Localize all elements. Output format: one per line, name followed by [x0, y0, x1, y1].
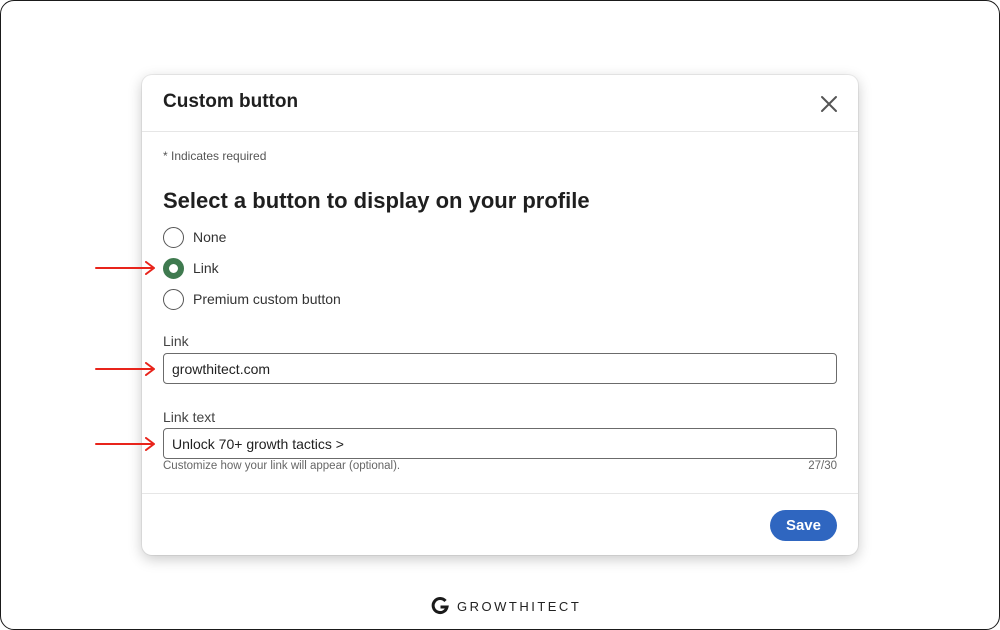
section-heading: Select a button to display on your profi… [163, 188, 590, 213]
radio-label-link: Link [193, 260, 219, 276]
custom-button-dialog: Custom button * Indicates required Selec… [142, 75, 858, 555]
radio-label-none: None [193, 229, 227, 245]
required-note: * Indicates required [163, 149, 267, 163]
link-input[interactable] [163, 353, 837, 384]
link-text-field-label: Link text [163, 409, 216, 425]
dialog-header: Custom button [142, 75, 858, 132]
link-text-input[interactable] [163, 428, 837, 459]
link-text-helper: Customize how your link will appear (opt… [163, 460, 401, 472]
brand-footer: GROWTHITECT [431, 597, 581, 615]
radio-option-premium[interactable]: Premium custom button [163, 287, 341, 311]
radio-option-none[interactable]: None [163, 225, 226, 249]
annotation-arrow-icon [95, 261, 155, 275]
radio-button-link[interactable] [163, 257, 184, 279]
close-icon[interactable] [818, 93, 840, 115]
annotation-arrow-icon [95, 362, 155, 376]
dialog-footer: Save [142, 493, 858, 556]
radio-label-premium: Premium custom button [193, 291, 341, 307]
brand-name: GROWTHITECT [457, 598, 582, 614]
save-button[interactable]: Save [769, 510, 837, 541]
link-field-label: Link [163, 333, 189, 349]
character-counter: 27/30 [808, 460, 837, 472]
annotation-arrow-icon [95, 437, 155, 451]
radio-option-link[interactable]: Link [163, 256, 219, 280]
dialog-title: Custom button [163, 91, 299, 112]
growthitect-logo-icon [431, 597, 449, 614]
radio-button-premium[interactable] [163, 288, 184, 310]
radio-button-none[interactable] [163, 226, 184, 248]
